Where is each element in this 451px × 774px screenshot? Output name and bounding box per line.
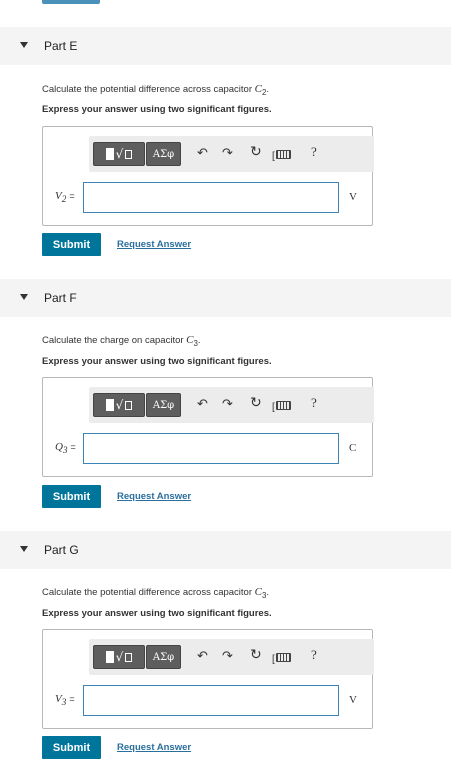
submit-button[interactable]: Submit bbox=[42, 736, 101, 759]
answer-box: √ ΑΣφ ↶ ↷ ↻ [ ? V2 = V bbox=[42, 126, 374, 226]
collapse-caret-icon[interactable] bbox=[20, 42, 28, 48]
math-toolbar: √ ΑΣφ ↶ ↷ ↻ [ ? bbox=[89, 136, 374, 172]
redo-icon[interactable]: ↷ bbox=[222, 397, 233, 410]
reset-icon[interactable]: ↻ bbox=[250, 647, 262, 661]
templates-button[interactable]: √ bbox=[93, 142, 145, 166]
instruction-text: Express your answer using two significan… bbox=[42, 356, 272, 367]
redo-icon[interactable]: ↷ bbox=[222, 649, 233, 662]
template-square-icon bbox=[105, 651, 114, 663]
keyboard-icon[interactable]: [ bbox=[272, 148, 291, 162]
templates-button[interactable]: √ bbox=[93, 645, 145, 669]
submit-button[interactable]: Submit bbox=[42, 233, 101, 256]
undo-icon[interactable]: ↶ bbox=[197, 146, 208, 159]
math-toolbar: √ ΑΣφ ↶ ↷ ↻ [ ? bbox=[89, 387, 374, 423]
top-divider bbox=[42, 0, 100, 4]
part-g-header[interactable]: Part G bbox=[0, 531, 451, 569]
keyboard-icon[interactable]: [ bbox=[272, 651, 291, 665]
reset-icon[interactable]: ↻ bbox=[250, 395, 262, 409]
radical-icon: √ bbox=[115, 650, 124, 664]
variable-label: V3 = bbox=[55, 693, 75, 708]
variable-label: Q3 = bbox=[55, 441, 76, 456]
answer-input[interactable] bbox=[83, 433, 339, 464]
request-answer-link[interactable]: Request Answer bbox=[117, 239, 191, 250]
answer-input[interactable] bbox=[83, 685, 339, 716]
answer-box: √ ΑΣφ ↶ ↷ ↻ [ ? V3 = V bbox=[42, 629, 374, 729]
redo-icon[interactable]: ↷ bbox=[222, 146, 233, 159]
question-text: Calculate the potential difference acros… bbox=[42, 586, 270, 600]
reset-icon[interactable]: ↻ bbox=[250, 144, 262, 158]
request-answer-link[interactable]: Request Answer bbox=[117, 491, 191, 502]
undo-icon[interactable]: ↶ bbox=[197, 397, 208, 410]
answer-input[interactable] bbox=[83, 182, 339, 213]
answer-box: √ ΑΣφ ↶ ↷ ↻ [ ? Q3 = C bbox=[42, 377, 374, 477]
radical-icon: √ bbox=[115, 147, 124, 161]
template-box-icon bbox=[125, 652, 133, 662]
collapse-caret-icon[interactable] bbox=[20, 546, 28, 552]
question-text: Calculate the charge on capacitor C3. bbox=[42, 334, 201, 348]
part-title: Part E bbox=[44, 39, 78, 53]
submit-button[interactable]: Submit bbox=[42, 485, 101, 508]
part-title: Part F bbox=[44, 291, 77, 305]
keyboard-icon[interactable]: [ bbox=[272, 399, 291, 413]
templates-button[interactable]: √ bbox=[93, 393, 145, 417]
math-toolbar: √ ΑΣφ ↶ ↷ ↻ [ ? bbox=[89, 639, 374, 675]
unit-label: V bbox=[349, 694, 357, 706]
part-e-header[interactable]: Part E bbox=[0, 27, 451, 65]
part-f-header[interactable]: Part F bbox=[0, 279, 451, 317]
part-title: Part G bbox=[44, 543, 79, 557]
template-box-icon bbox=[125, 149, 133, 159]
help-icon[interactable]: ? bbox=[311, 396, 317, 409]
greek-symbols-button[interactable]: ΑΣφ bbox=[146, 393, 181, 417]
template-square-icon bbox=[105, 399, 114, 411]
request-answer-link[interactable]: Request Answer bbox=[117, 742, 191, 753]
question-text: Calculate the potential difference acros… bbox=[42, 83, 270, 97]
unit-label: C bbox=[349, 442, 357, 454]
help-icon[interactable]: ? bbox=[311, 648, 317, 661]
template-square-icon bbox=[105, 148, 114, 160]
greek-symbols-button[interactable]: ΑΣφ bbox=[146, 142, 181, 166]
instruction-text: Express your answer using two significan… bbox=[42, 104, 272, 115]
undo-icon[interactable]: ↶ bbox=[197, 649, 208, 662]
instruction-text: Express your answer using two significan… bbox=[42, 608, 272, 619]
collapse-caret-icon[interactable] bbox=[20, 294, 28, 300]
greek-symbols-button[interactable]: ΑΣφ bbox=[146, 645, 181, 669]
help-icon[interactable]: ? bbox=[311, 145, 317, 158]
radical-icon: √ bbox=[115, 398, 124, 412]
template-box-icon bbox=[125, 400, 133, 410]
variable-label: V2 = bbox=[55, 190, 75, 205]
unit-label: V bbox=[349, 191, 357, 203]
